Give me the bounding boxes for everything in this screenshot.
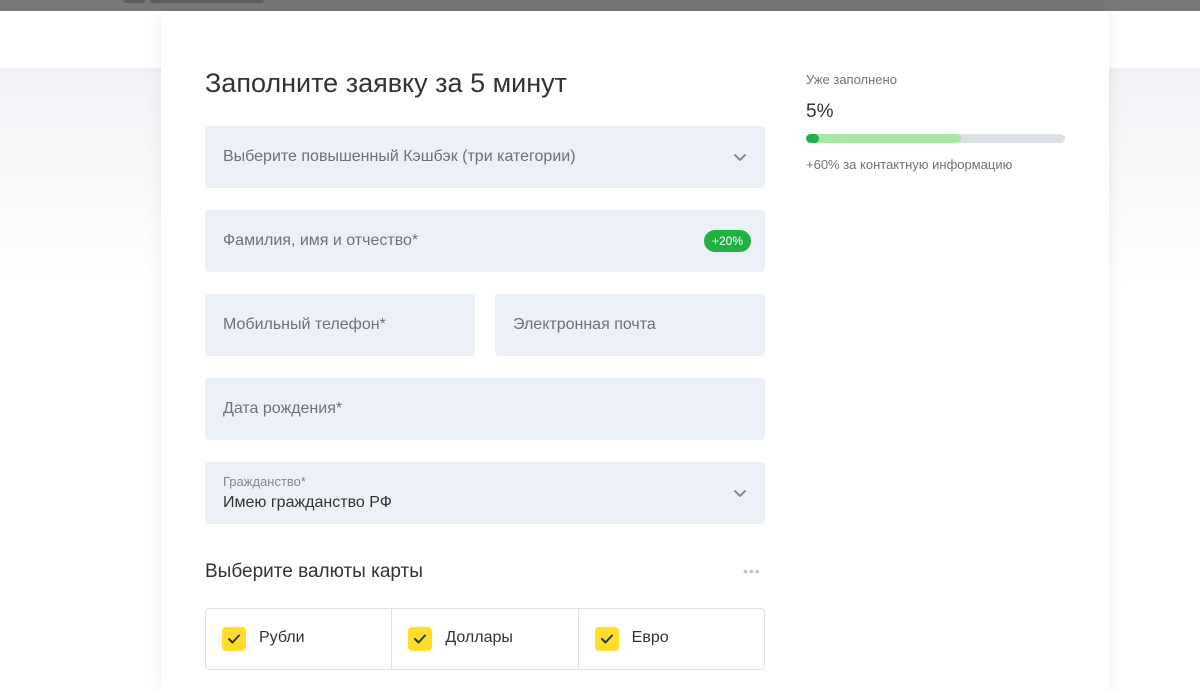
cashback-select[interactable]: Выберите повышенный Кэшбэк (три категори… [205, 126, 765, 188]
currency-options: Рубли Доллары Евро [205, 608, 765, 670]
progress-bonus-badge: +20% [703, 230, 751, 252]
currency-label: Доллары [445, 629, 513, 646]
fullname-field[interactable]: Фамилия, имя и отчество* +20% [205, 210, 765, 272]
citizenship-select[interactable]: Гражданство* Имею гражданство РФ [205, 462, 765, 524]
chevron-down-icon [734, 154, 746, 161]
progress-bar-projected [806, 134, 962, 143]
citizenship-label: Гражданство* [223, 474, 306, 489]
check-icon [414, 634, 427, 644]
top-strip-tab [123, 0, 145, 3]
phone-placeholder: Мобильный телефон* [223, 316, 386, 333]
browser-top-strip [0, 0, 1200, 11]
progress-bar-fill [806, 134, 819, 143]
check-icon [600, 634, 613, 644]
email-placeholder: Электронная почта [513, 316, 656, 333]
phone-field[interactable]: Мобильный телефон* [205, 294, 475, 356]
citizenship-value: Имею гражданство РФ [223, 494, 392, 511]
chevron-down-icon [734, 490, 746, 497]
currency-label: Евро [631, 629, 669, 646]
birthdate-placeholder: Дата рождения* [223, 400, 343, 417]
top-strip-tab [150, 0, 264, 3]
form-title: Заполните заявку за 5 минут [205, 68, 568, 98]
more-dots-icon[interactable]: ••• [743, 564, 761, 578]
cashback-select-placeholder: Выберите повышенный Кэшбэк (три категори… [223, 148, 576, 165]
progress-bar [806, 134, 1065, 143]
checkbox-rub[interactable] [222, 627, 246, 651]
checkbox-eur[interactable] [594, 627, 619, 651]
currency-option-rub[interactable]: Рубли [206, 609, 393, 669]
checkbox-usd[interactable] [408, 627, 433, 651]
fullname-placeholder: Фамилия, имя и отчество* [223, 232, 419, 249]
currency-heading: Выберите валюты карты [205, 561, 423, 582]
progress-hint: +60% за контактную информацию [806, 157, 1013, 172]
progress-percent: 5% [806, 101, 834, 122]
currency-option-usd[interactable]: Доллары [392, 609, 579, 669]
birthdate-field[interactable]: Дата рождения* [205, 378, 765, 440]
check-icon [228, 634, 240, 644]
application-form-card: Заполните заявку за 5 минут Выберите пов… [161, 11, 1109, 691]
currency-option-eur[interactable]: Евро [579, 609, 764, 669]
currency-label: Рубли [259, 629, 305, 646]
email-field[interactable]: Электронная почта [495, 294, 765, 356]
progress-label: Уже заполнено [806, 72, 897, 87]
